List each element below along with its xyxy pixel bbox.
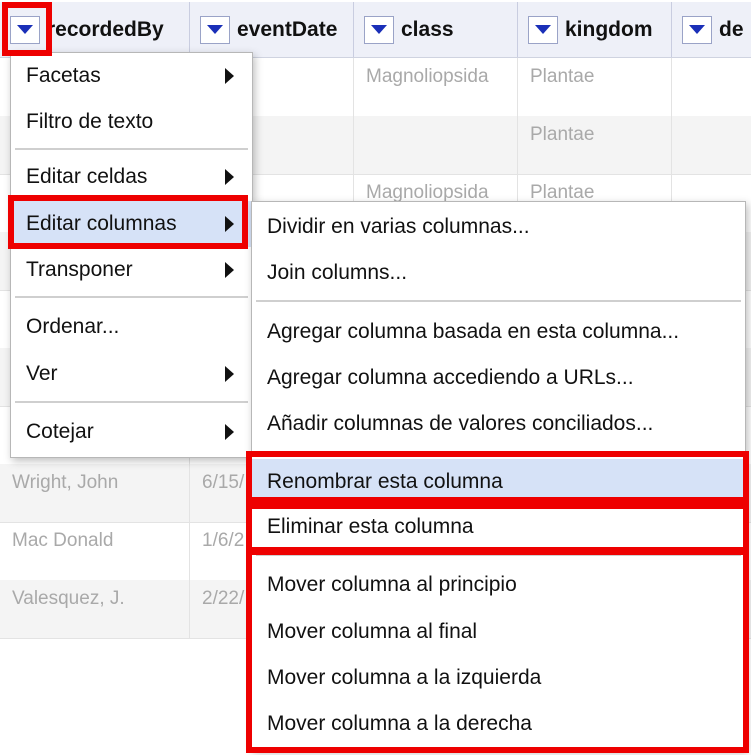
column-title: class [401,17,454,41]
chevron-down-icon [371,25,387,34]
menu-divider [15,296,248,298]
table-cell-de[interactable] [672,58,751,116]
menu-item-view[interactable]: Ver [11,351,252,397]
menu-item-label: Join columns... [267,261,408,284]
chevron-right-icon [225,424,234,440]
chevron-down-icon [535,25,551,34]
column-header-class[interactable]: class [354,2,518,57]
menu-divider [256,300,741,302]
callout-highlight-remove [246,503,749,553]
menu-item-label: Ordenar... [26,315,120,338]
menu-item-label: Cotejar [26,420,94,443]
menu-item-label: Transponer [26,258,133,281]
table-cell-kingdom[interactable]: Plantae [518,58,672,116]
menu-item-edit-cells[interactable]: Editar celdas [11,154,252,200]
table-cell-kingdom[interactable]: Plantae [518,116,672,174]
column-dropdown-button[interactable] [682,15,712,44]
column-dropdown-button[interactable] [200,15,230,44]
column-header-eventDate[interactable]: eventDate [190,2,354,57]
callout-highlight-rename [246,451,749,503]
column-dropdown-button[interactable] [364,15,394,44]
menu-divider [15,148,248,150]
table-cell-recordedBy[interactable]: Valesquez, J. [0,580,190,638]
callout-highlight-edit-columns [8,195,248,249]
column-dropdown-button[interactable] [528,15,558,44]
chevron-right-icon [225,169,234,185]
menu-item-label: Ver [26,362,58,385]
callout-highlight-move [246,549,749,753]
menu-item-label: Dividir en varias columnas... [267,215,530,238]
submenu-item-join[interactable]: Join columns... [252,250,745,296]
chevron-down-icon [689,25,705,34]
chevron-down-icon [207,25,223,34]
menu-item-label: Agregar columna basada en esta columna..… [267,320,680,343]
menu-item-label: Filtro de texto [26,110,154,133]
table-cell-recordedBy[interactable]: Wright, John [0,464,190,522]
menu-item-label: Agregar columna accediendo a URLs... [267,366,634,389]
chevron-right-icon [225,262,234,278]
column-header-kingdom[interactable]: kingdom [518,2,672,57]
column-menu: Facetas Filtro de texto Editar celdas Ed… [10,52,253,458]
menu-item-facets[interactable]: Facetas [11,53,252,99]
menu-item-label: Facetas [26,64,101,87]
column-title: eventDate [237,17,338,41]
submenu-item-add-by-url[interactable]: Agregar columna accediendo a URLs... [252,355,745,401]
menu-item-transpose[interactable]: Transponer [11,247,252,293]
table-cell-de[interactable] [672,116,751,174]
submenu-item-add-reconciled[interactable]: Añadir columnas de valores conciliados..… [252,401,745,447]
table-cell-class[interactable] [354,116,518,174]
menu-item-label: Editar celdas [26,165,148,188]
column-title: kingdom [565,17,653,41]
column-header-de[interactable]: de [672,2,751,57]
column-header-bar: recordedBy eventDate class kingdom de [0,2,751,58]
chevron-right-icon [225,366,234,382]
column-title: recordedBy [47,17,164,41]
menu-item-reconcile[interactable]: Cotejar [11,409,252,455]
column-title: de [719,17,744,41]
table-cell-recordedBy[interactable]: Mac Donald [0,522,190,580]
submenu-item-add-based-on[interactable]: Agregar columna basada en esta columna..… [252,309,745,355]
menu-item-text-filter[interactable]: Filtro de texto [11,99,252,145]
callout-highlight-dropdown [2,2,52,56]
table-cell-class[interactable]: Magnoliopsida [354,58,518,116]
menu-item-label: Añadir columnas de valores conciliados..… [267,412,654,435]
menu-divider [15,401,248,403]
submenu-item-split[interactable]: Dividir en varias columnas... [252,204,745,250]
chevron-right-icon [225,68,234,84]
menu-item-sort[interactable]: Ordenar... [11,304,252,350]
